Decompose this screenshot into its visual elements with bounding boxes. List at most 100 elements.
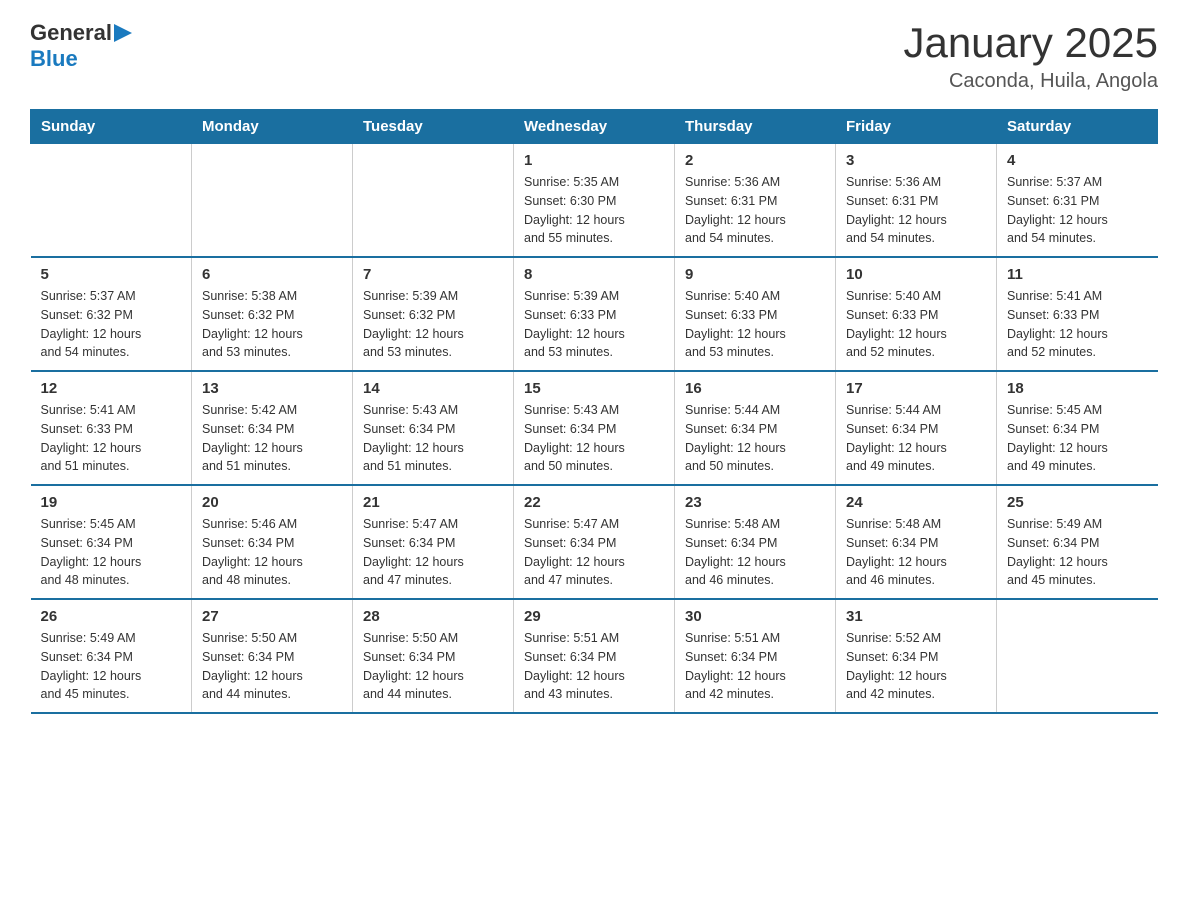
page-header: General Blue January 2025 Caconda, Huila… bbox=[30, 20, 1158, 93]
day-cell: 20 Sunrise: 5:46 AMSunset: 6:34 PMDayligh… bbox=[192, 485, 353, 599]
title-block: January 2025 Caconda, Huila, Angola bbox=[903, 20, 1158, 93]
header-cell-thursday: Thursday bbox=[675, 110, 836, 144]
day-info: Sunrise: 5:45 AMSunset: 6:34 PMDaylight:… bbox=[41, 515, 182, 590]
day-number: 15 bbox=[524, 380, 664, 397]
day-cell: 30Sunrise: 5:51 AMSunset: 6:34 PMDayligh… bbox=[675, 599, 836, 713]
day-cell: 14 Sunrise: 5:43 AMSunset: 6:34 PMDayligh… bbox=[353, 371, 514, 485]
day-cell: 10 Sunrise: 5:40 AMSunset: 6:33 PMDayligh… bbox=[836, 257, 997, 371]
day-cell: 24 Sunrise: 5:48 AMSunset: 6:34 PMDayligh… bbox=[836, 485, 997, 599]
week-row-2: 12Sunrise: 5:41 AMSunset: 6:33 PMDayligh… bbox=[31, 371, 1158, 485]
day-number: 13 bbox=[202, 380, 342, 397]
day-cell: 12Sunrise: 5:41 AMSunset: 6:33 PMDayligh… bbox=[31, 371, 192, 485]
day-number: 27 bbox=[202, 608, 342, 625]
day-number: 7 bbox=[363, 266, 503, 283]
header-cell-wednesday: Wednesday bbox=[514, 110, 675, 144]
day-cell: 21 Sunrise: 5:47 AMSunset: 6:34 PMDayligh… bbox=[353, 485, 514, 599]
day-number: 5 bbox=[41, 266, 182, 283]
calendar-header: SundayMondayTuesdayWednesdayThursdayFrid… bbox=[31, 110, 1158, 144]
day-info: Sunrise: 5:47 AMSunset: 6:34 PMDaylight:… bbox=[363, 515, 503, 590]
day-cell: 11Sunrise: 5:41 AMSunset: 6:33 PMDayligh… bbox=[997, 257, 1158, 371]
day-number: 26 bbox=[41, 608, 182, 625]
day-cell: 31 Sunrise: 5:52 AMSunset: 6:34 PMDayligh… bbox=[836, 599, 997, 713]
day-number: 10 bbox=[846, 266, 986, 283]
day-cell: 26 Sunrise: 5:49 AMSunset: 6:34 PMDayligh… bbox=[31, 599, 192, 713]
week-row-0: 1Sunrise: 5:35 AMSunset: 6:30 PMDaylight… bbox=[31, 144, 1158, 258]
day-info: Sunrise: 5:46 AMSunset: 6:34 PMDaylight:… bbox=[202, 515, 342, 590]
day-cell: 8Sunrise: 5:39 AMSunset: 6:33 PMDaylight… bbox=[514, 257, 675, 371]
calendar-subtitle: Caconda, Huila, Angola bbox=[903, 70, 1158, 93]
day-cell: 18 Sunrise: 5:45 AMSunset: 6:34 PMDayligh… bbox=[997, 371, 1158, 485]
day-info: Sunrise: 5:49 AMSunset: 6:34 PMDaylight:… bbox=[1007, 515, 1148, 590]
day-info: Sunrise: 5:40 AMSunset: 6:33 PMDaylight:… bbox=[846, 287, 986, 362]
day-number: 1 bbox=[524, 152, 664, 169]
day-info: Sunrise: 5:45 AMSunset: 6:34 PMDaylight:… bbox=[1007, 401, 1148, 476]
day-number: 3 bbox=[846, 152, 986, 169]
day-info: Sunrise: 5:48 AMSunset: 6:34 PMDaylight:… bbox=[685, 515, 825, 590]
day-cell: 1Sunrise: 5:35 AMSunset: 6:30 PMDaylight… bbox=[514, 144, 675, 258]
day-number: 20 bbox=[202, 494, 342, 511]
day-info: Sunrise: 5:49 AMSunset: 6:34 PMDaylight:… bbox=[41, 629, 182, 704]
day-cell bbox=[192, 144, 353, 258]
day-number: 6 bbox=[202, 266, 342, 283]
day-number: 14 bbox=[363, 380, 503, 397]
day-cell: 3 Sunrise: 5:36 AMSunset: 6:31 PMDaylight… bbox=[836, 144, 997, 258]
day-number: 17 bbox=[846, 380, 986, 397]
logo-general: General bbox=[30, 20, 112, 46]
day-info: Sunrise: 5:44 AMSunset: 6:34 PMDaylight:… bbox=[685, 401, 825, 476]
header-cell-friday: Friday bbox=[836, 110, 997, 144]
day-cell: 22 Sunrise: 5:47 AMSunset: 6:34 PMDayligh… bbox=[514, 485, 675, 599]
day-number: 4 bbox=[1007, 152, 1148, 169]
week-row-3: 19Sunrise: 5:45 AMSunset: 6:34 PMDayligh… bbox=[31, 485, 1158, 599]
day-info: Sunrise: 5:43 AMSunset: 6:34 PMDaylight:… bbox=[363, 401, 503, 476]
day-number: 29 bbox=[524, 608, 664, 625]
day-number: 21 bbox=[363, 494, 503, 511]
day-cell: 16 Sunrise: 5:44 AMSunset: 6:34 PMDayligh… bbox=[675, 371, 836, 485]
day-info: Sunrise: 5:48 AMSunset: 6:34 PMDaylight:… bbox=[846, 515, 986, 590]
day-number: 16 bbox=[685, 380, 825, 397]
day-number: 31 bbox=[846, 608, 986, 625]
day-cell: 15Sunrise: 5:43 AMSunset: 6:34 PMDayligh… bbox=[514, 371, 675, 485]
day-cell bbox=[353, 144, 514, 258]
day-info: Sunrise: 5:47 AMSunset: 6:34 PMDaylight:… bbox=[524, 515, 664, 590]
day-number: 2 bbox=[685, 152, 825, 169]
day-info: Sunrise: 5:39 AMSunset: 6:33 PMDaylight:… bbox=[524, 287, 664, 362]
day-cell: 29 Sunrise: 5:51 AMSunset: 6:34 PMDayligh… bbox=[514, 599, 675, 713]
day-info: Sunrise: 5:39 AMSunset: 6:32 PMDaylight:… bbox=[363, 287, 503, 362]
day-cell: 2 Sunrise: 5:36 AMSunset: 6:31 PMDaylight… bbox=[675, 144, 836, 258]
header-cell-monday: Monday bbox=[192, 110, 353, 144]
day-cell: 17Sunrise: 5:44 AMSunset: 6:34 PMDayligh… bbox=[836, 371, 997, 485]
logo: General Blue bbox=[30, 20, 132, 72]
day-number: 18 bbox=[1007, 380, 1148, 397]
day-cell: 13 Sunrise: 5:42 AMSunset: 6:34 PMDayligh… bbox=[192, 371, 353, 485]
day-number: 9 bbox=[685, 266, 825, 283]
day-cell: 7 Sunrise: 5:39 AMSunset: 6:32 PMDaylight… bbox=[353, 257, 514, 371]
day-info: Sunrise: 5:50 AMSunset: 6:34 PMDaylight:… bbox=[363, 629, 503, 704]
day-number: 24 bbox=[846, 494, 986, 511]
day-cell bbox=[31, 144, 192, 258]
calendar-table: SundayMondayTuesdayWednesdayThursdayFrid… bbox=[30, 109, 1158, 714]
day-info: Sunrise: 5:41 AMSunset: 6:33 PMDaylight:… bbox=[41, 401, 182, 476]
day-cell: 9Sunrise: 5:40 AMSunset: 6:33 PMDaylight… bbox=[675, 257, 836, 371]
day-info: Sunrise: 5:41 AMSunset: 6:33 PMDaylight:… bbox=[1007, 287, 1148, 362]
day-number: 25 bbox=[1007, 494, 1148, 511]
logo-blue: Blue bbox=[30, 46, 78, 71]
day-cell: 23Sunrise: 5:48 AMSunset: 6:34 PMDayligh… bbox=[675, 485, 836, 599]
day-number: 22 bbox=[524, 494, 664, 511]
header-cell-sunday: Sunday bbox=[31, 110, 192, 144]
day-info: Sunrise: 5:38 AMSunset: 6:32 PMDaylight:… bbox=[202, 287, 342, 362]
logo-line2: Blue bbox=[30, 46, 78, 72]
calendar-body: 1Sunrise: 5:35 AMSunset: 6:30 PMDaylight… bbox=[31, 144, 1158, 714]
day-cell: 6 Sunrise: 5:38 AMSunset: 6:32 PMDaylight… bbox=[192, 257, 353, 371]
day-cell: 27Sunrise: 5:50 AMSunset: 6:34 PMDayligh… bbox=[192, 599, 353, 713]
day-info: Sunrise: 5:51 AMSunset: 6:34 PMDaylight:… bbox=[524, 629, 664, 704]
day-info: Sunrise: 5:52 AMSunset: 6:34 PMDaylight:… bbox=[846, 629, 986, 704]
day-info: Sunrise: 5:42 AMSunset: 6:34 PMDaylight:… bbox=[202, 401, 342, 476]
day-info: Sunrise: 5:36 AMSunset: 6:31 PMDaylight:… bbox=[685, 173, 825, 248]
week-row-4: 26 Sunrise: 5:49 AMSunset: 6:34 PMDayligh… bbox=[31, 599, 1158, 713]
day-cell: 4 Sunrise: 5:37 AMSunset: 6:31 PMDaylight… bbox=[997, 144, 1158, 258]
day-info: Sunrise: 5:37 AMSunset: 6:31 PMDaylight:… bbox=[1007, 173, 1148, 248]
day-cell bbox=[997, 599, 1158, 713]
day-info: Sunrise: 5:36 AMSunset: 6:31 PMDaylight:… bbox=[846, 173, 986, 248]
calendar-title: January 2025 bbox=[903, 20, 1158, 66]
day-info: Sunrise: 5:37 AMSunset: 6:32 PMDaylight:… bbox=[41, 287, 182, 362]
